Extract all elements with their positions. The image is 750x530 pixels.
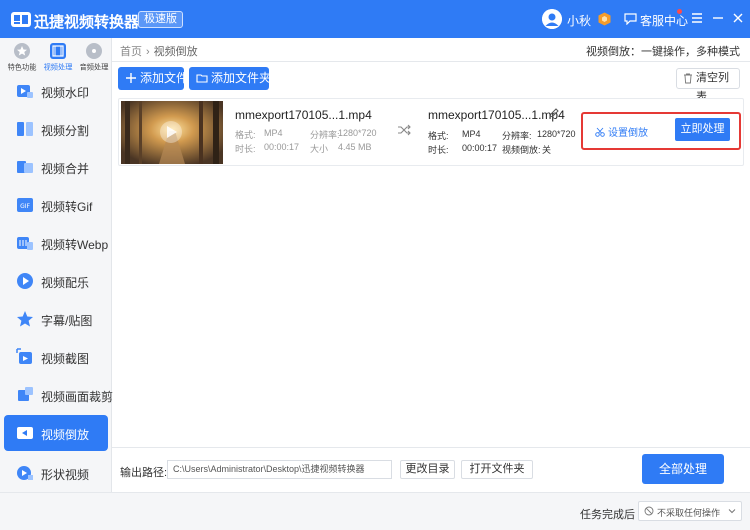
output-reverse-state: 视频倒放: 关	[502, 145, 552, 155]
source-duration: 时长: 00:00:17	[235, 142, 300, 154]
category-tabs: 特色功能 视频处理 音频处理	[0, 38, 112, 78]
clear-list-button[interactable]: 清空列表	[676, 68, 740, 103]
breadcrumb-separator: ›	[146, 46, 150, 58]
split-icon	[17, 122, 33, 136]
open-folder-button[interactable]: 打开文件夹	[461, 460, 533, 479]
watermark-icon	[17, 85, 33, 98]
service-center-link[interactable]: 客服中心	[640, 12, 688, 29]
chat-bubble-icon[interactable]	[624, 12, 637, 25]
sidebar-item-screenshot[interactable]: 视频截图	[4, 339, 108, 375]
no-action-icon	[644, 506, 654, 516]
star-icon	[14, 43, 30, 59]
notification-dot	[677, 9, 682, 14]
source-size: 大小 4.45 MB	[310, 142, 372, 154]
user-name[interactable]: 小秋	[567, 12, 591, 29]
breadcrumb-current: 视频倒放	[153, 46, 198, 58]
app-title: 迅捷视频转换器	[34, 14, 140, 31]
sidebar-item-webp[interactable]: 视频转Webp	[4, 225, 108, 261]
gif-icon: GIF	[17, 198, 33, 212]
output-format: 格式: MP4	[428, 129, 481, 141]
title-bar: 迅捷视频转换器 极速版 小秋 客服中心	[0, 0, 750, 38]
reverse-play-icon	[17, 427, 33, 439]
file-row: mmexport170105...1.mp4 格式: MP4 分辨率: 1280*7…	[118, 98, 744, 166]
output-resolution: 分辨率: 1280*720	[502, 129, 576, 141]
plus-icon	[126, 73, 136, 83]
merge-icon	[17, 161, 33, 173]
sidebar-item-split[interactable]: 视频分割	[4, 111, 108, 147]
tab-featured[interactable]: 特色功能	[4, 41, 40, 75]
breadcrumb-home[interactable]: 首页	[120, 46, 142, 58]
edition-badge: 极速版	[138, 11, 183, 28]
close-icon[interactable]	[730, 10, 746, 26]
sidebar-item-gif[interactable]: GIF 视频转Gif	[4, 187, 108, 223]
tab-video-processing[interactable]: 视频处理	[40, 41, 76, 75]
sidebar-item-shape-video[interactable]: 形状视频	[4, 455, 108, 491]
user-avatar-icon[interactable]	[542, 9, 562, 29]
sidebar-item-crop[interactable]: 视频画面裁剪	[4, 377, 113, 413]
sidebar-item-watermark[interactable]: 视频水印	[4, 73, 108, 109]
shape-video-icon	[17, 466, 33, 480]
breadcrumb: 首页 › 视频倒放	[120, 43, 198, 59]
status-bar: 任务完成后 不采取任何操作	[0, 492, 750, 530]
convert-arrows-icon	[398, 124, 411, 136]
output-path-field[interactable]: C:\Users\Administrator\Desktop\迅捷视频转换器	[167, 460, 392, 479]
source-format: 格式: MP4	[235, 128, 283, 140]
subtitle-star-icon	[17, 311, 33, 327]
process-now-button[interactable]: 立即处理	[675, 118, 730, 141]
vip-hexagon-icon[interactable]	[598, 12, 611, 26]
app-logo-icon	[11, 12, 31, 27]
sidebar-item-music[interactable]: 视频配乐	[4, 263, 108, 299]
output-duration: 时长: 00:00:17	[428, 143, 498, 155]
change-directory-button[interactable]: 更改目录	[400, 460, 455, 479]
scissors-icon	[595, 127, 605, 137]
source-file-name: mmexport170105...1.mp4	[235, 108, 372, 122]
music-icon	[17, 273, 33, 289]
set-reverse-link[interactable]: 设置倒放	[595, 124, 648, 139]
sidebar-item-merge[interactable]: 视频合并	[4, 149, 108, 185]
menu-icon[interactable]	[689, 10, 705, 26]
after-done-select[interactable]: 不采取任何操作	[638, 501, 742, 521]
webp-icon	[17, 237, 33, 250]
minimize-icon[interactable]	[710, 10, 726, 26]
output-file-name: mmexport170105...1.mp4	[428, 108, 565, 122]
video-film-icon	[50, 43, 66, 59]
sidebar-item-reverse[interactable]: 视频倒放	[4, 415, 108, 451]
feature-tip: 视频倒放：一键操作，多种模式	[586, 46, 740, 58]
chevron-down-icon	[728, 509, 736, 514]
folder-icon	[196, 74, 208, 83]
forest-thumbnail-image	[121, 101, 223, 164]
after-done-label: 任务完成后	[580, 509, 635, 521]
process-all-button[interactable]: 全部处理	[642, 454, 724, 484]
tab-audio-processing[interactable]: 音频处理	[76, 41, 112, 75]
add-folder-button[interactable]: 添加文件夹	[189, 67, 271, 90]
bottom-divider	[112, 447, 750, 448]
screenshot-icon	[16, 348, 32, 364]
add-file-button[interactable]: 添加文件	[118, 67, 188, 90]
sidebar: 特色功能 视频处理 音频处理 视频水印 视频分割 视频合并 GIF 视频转Gif	[0, 38, 113, 492]
source-resolution: 分辨率: 1280*720	[310, 128, 377, 140]
sidebar-item-subtitle[interactable]: 字幕/贴图	[4, 301, 108, 337]
crop-icon	[18, 387, 33, 401]
video-thumbnail[interactable]	[121, 101, 223, 164]
audio-disc-icon	[86, 43, 102, 59]
pencil-edit-icon[interactable]	[549, 108, 559, 118]
svg-text:GIF: GIF	[20, 203, 30, 210]
header-divider	[112, 61, 750, 62]
output-path-label: 输出路径:	[120, 467, 168, 479]
trash-icon	[684, 73, 692, 84]
